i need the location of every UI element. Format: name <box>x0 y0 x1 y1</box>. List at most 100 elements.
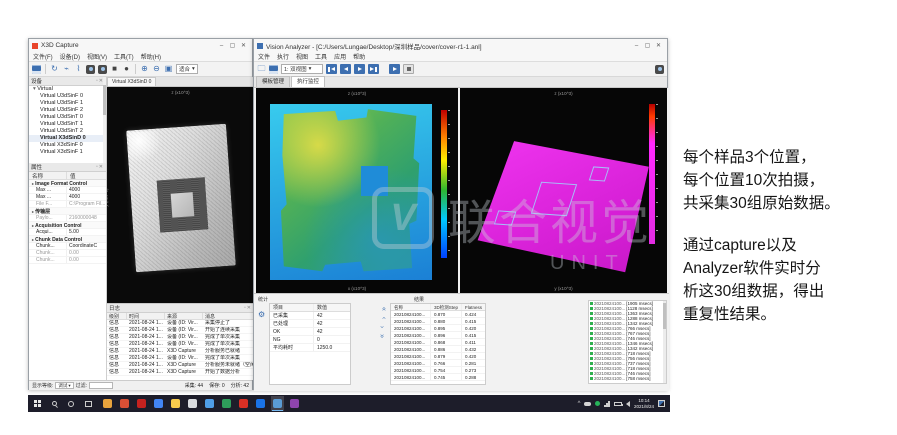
stats-row[interactable]: 已采集 42 <box>270 312 350 320</box>
view-layout-dropdown[interactable]: 1: 双视图 ▾ <box>281 64 323 74</box>
task-view-icon[interactable] <box>84 400 92 408</box>
save-icon[interactable] <box>32 65 41 74</box>
property-row[interactable]: Chunk... 0.00 <box>29 257 106 264</box>
result-row[interactable]: 20210824100... 0.766 0.281 <box>391 360 485 367</box>
minimize-button[interactable]: – <box>216 43 227 49</box>
capture-image-view[interactable]: z (x10^3) y (x10^3) <box>107 87 254 303</box>
close-button[interactable]: ✕ <box>653 42 664 49</box>
analyzer-tab[interactable]: 执行监控 <box>291 76 325 87</box>
minimize-button[interactable]: – <box>631 43 642 49</box>
property-row[interactable]: Max ... 4000 <box>29 187 106 194</box>
zoom-fit-icon[interactable]: ▣ <box>164 65 173 74</box>
start-button[interactable] <box>33 400 41 408</box>
property-row[interactable]: Chunk Data Control <box>29 236 106 243</box>
device-tree-item[interactable]: Virtual X3dSinF 0 <box>29 142 106 149</box>
device-tree-item[interactable]: Virtual U3dSinT 0 <box>29 114 106 121</box>
device-tree-item[interactable]: Virtual U3dSinT 1 <box>29 121 106 128</box>
taskbar-app-icon[interactable] <box>288 396 301 411</box>
taskbar-app-icon[interactable] <box>220 396 233 411</box>
video-record-icon[interactable] <box>98 65 107 74</box>
open-folder-icon[interactable]: 🗀 <box>257 65 266 74</box>
search-icon[interactable] <box>50 400 58 408</box>
device-tree-item[interactable]: Virtual X3dSinD 0 <box>29 135 106 142</box>
capture-view-tab[interactable]: Virtual X3dSinD 0 <box>107 77 156 86</box>
maximize-button[interactable]: ▢ <box>642 42 653 49</box>
last-result-button[interactable]: « <box>380 334 386 338</box>
result-row[interactable]: 20210824100... 0.879 0.420 <box>391 353 485 360</box>
menu-item[interactable]: 帮助 <box>353 52 365 61</box>
property-row[interactable]: Chunk... CoordinateC <box>29 243 106 250</box>
surface-3d-viewport[interactable]: z (x10^3) y (x10^3) <box>460 88 667 293</box>
taskbar-app-icon[interactable] <box>254 396 267 411</box>
snapshot-icon[interactable] <box>655 65 664 74</box>
menu-item[interactable]: 帮助(H) <box>141 52 161 61</box>
taskbar-app-icon[interactable] <box>152 396 165 411</box>
record-icon[interactable]: ● <box>122 65 131 74</box>
menu-item[interactable]: 视图(V) <box>87 52 107 61</box>
analyzer-tab[interactable]: 模板管理 <box>256 76 290 87</box>
menu-item[interactable]: 工具 <box>315 52 327 61</box>
connect-icon[interactable]: ⌁ <box>62 65 71 74</box>
log-row[interactable]: 信息 2021-08-24 1... X3D Capture 分析服务未就绪（空… <box>107 362 254 369</box>
step-last-button[interactable] <box>368 64 379 74</box>
step-next-button[interactable] <box>354 64 365 74</box>
zoom-in-icon[interactable]: ⊕ <box>140 65 149 74</box>
menu-item[interactable]: 执行 <box>277 52 289 61</box>
property-row[interactable]: File F... C:\Program Fil... <box>29 201 106 208</box>
menu-item[interactable]: 应用 <box>334 52 346 61</box>
device-tree-scrollbar[interactable] <box>103 77 106 163</box>
log-row[interactable]: 信息 2021-08-24 1... 设备 (ID: Vir... 完成了单次采… <box>107 334 254 341</box>
prev-result-button[interactable]: ‹ <box>380 317 386 319</box>
step-first-button[interactable] <box>326 64 337 74</box>
taskbar-app-icon[interactable] <box>169 396 182 411</box>
menu-item[interactable]: 文件 <box>258 52 270 61</box>
menu-item[interactable]: 设备(D) <box>60 52 80 61</box>
menu-item[interactable]: 工具(T) <box>114 52 134 61</box>
log-row[interactable]: 信息 2021-08-24 1... 设备 (ID: Vir... 采集停止了 <box>107 320 254 327</box>
heightmap-viewport[interactable]: z (x10^3) x (x10^3) <box>256 88 458 293</box>
capture-titlebar[interactable]: X3D Capture – ▢ ✕ <box>29 39 252 52</box>
device-tree-item[interactable]: Virtual U3dSinF 1 <box>29 100 106 107</box>
property-row[interactable]: Max ... 4000 <box>29 194 106 201</box>
taskbar-app-icon[interactable] <box>271 396 284 411</box>
first-result-button[interactable]: « <box>380 307 386 311</box>
taskbar-app-icon[interactable] <box>203 396 216 411</box>
tray-expand-icon[interactable]: ^ <box>578 401 581 407</box>
taskbar-app-icon[interactable] <box>237 396 250 411</box>
step-prev-button[interactable] <box>340 64 351 74</box>
property-row[interactable]: Acquisition Control <box>29 222 106 229</box>
refresh-icon[interactable]: ↻ <box>50 65 59 74</box>
menu-item[interactable]: 视图 <box>296 52 308 61</box>
result-row[interactable]: 20210824100... 0.754 0.273 <box>391 367 485 374</box>
log-row[interactable]: 信息 2021-08-24 1... 设备 (ID: Vir... 完成了单次采… <box>107 341 254 348</box>
device-tree-item[interactable]: Virtual U3dSinF 2 <box>29 107 106 114</box>
taskbar-app-icon[interactable] <box>186 396 199 411</box>
network-icon[interactable] <box>604 401 610 407</box>
menu-item[interactable]: 文件(F) <box>33 52 53 61</box>
taskbar-app-icon[interactable] <box>135 396 148 411</box>
stop-button[interactable] <box>403 64 414 74</box>
next-result-button[interactable]: ‹ <box>380 326 386 328</box>
panel-pin-close-icons[interactable]: ▫✕ <box>244 305 252 311</box>
taskbar-clock[interactable]: 10:14 2021/8/24 <box>634 398 654 410</box>
maximize-button[interactable]: ▢ <box>227 42 238 49</box>
analyzer-log-list[interactable]: 20210824100... [1905 msecs] 20210824100.… <box>588 300 667 384</box>
link-icon[interactable]: ⌇ <box>74 65 83 74</box>
taskbar-app-icon[interactable] <box>101 396 114 411</box>
analyzer-titlebar[interactable]: Vision Analyzer - [C:/Users/Lungae/Deskt… <box>254 39 667 52</box>
battery-icon[interactable] <box>614 402 622 406</box>
stats-row[interactable]: NG 0 <box>270 336 350 344</box>
log-level-dropdown[interactable]: 调试 ▾ <box>55 382 73 389</box>
stats-row[interactable]: 平均耗时 1250.0 <box>270 344 350 352</box>
result-row[interactable]: 20210824100... 0.886 0.432 <box>391 346 485 353</box>
log-scrollbar[interactable] <box>663 301 666 383</box>
property-row[interactable]: Acqui... 5.00 <box>29 229 106 236</box>
property-row[interactable]: Paylo... 2160000048 <box>29 215 106 222</box>
green-status-icon[interactable] <box>595 401 600 406</box>
taskbar-app-icon[interactable] <box>118 396 131 411</box>
stop-icon[interactable]: ■ <box>110 65 119 74</box>
log-row[interactable]: 信息 2021-08-24 1... X3D Capture 分析服务已就绪 <box>107 348 254 355</box>
property-row[interactable]: Image Format Control <box>29 180 106 187</box>
gear-icon[interactable]: ⚙ <box>258 310 265 319</box>
result-row[interactable]: 20210824100... 0.880 0.415 <box>391 318 485 325</box>
